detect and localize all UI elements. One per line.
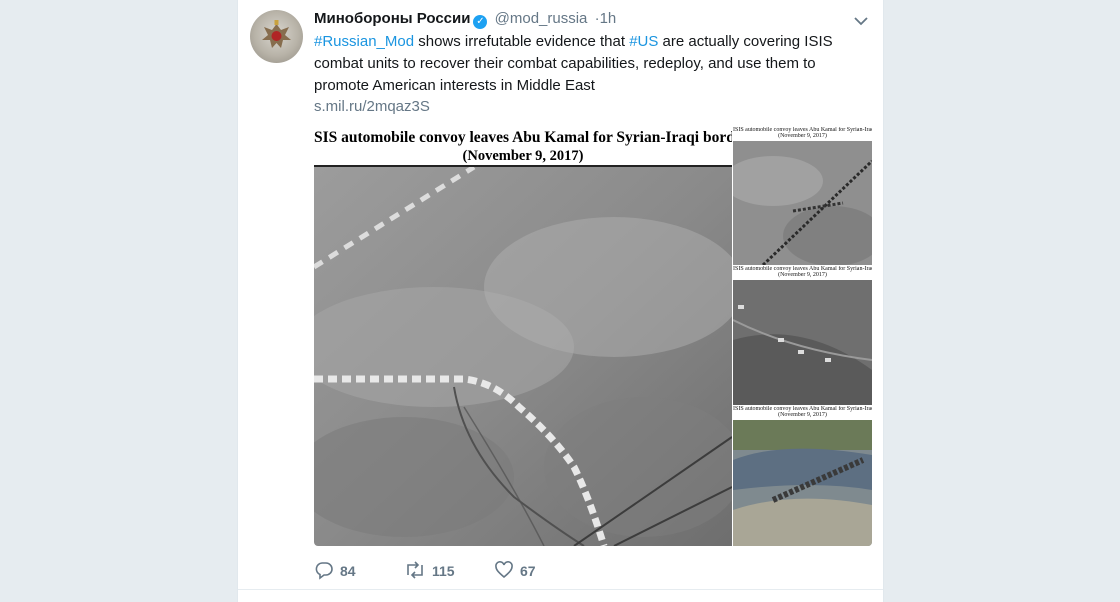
thumbnail-photo	[733, 141, 872, 265]
tweet-header: Минобороны России ✓ @mod_russia ·1h	[314, 9, 869, 29]
thumbnail-photo	[733, 420, 872, 546]
author-handle[interactable]: @mod_russia	[495, 10, 588, 27]
main-image-date: (November 9, 2017)	[462, 148, 584, 164]
author-name[interactable]: Минобороны России	[314, 10, 470, 27]
thumbnail-2[interactable]: ISIS automobile convoy leaves Abu Kamal …	[733, 266, 872, 405]
tweet-text: #Russian_Mod shows irrefutable evidence …	[314, 31, 854, 97]
caret-down-icon[interactable]	[853, 13, 869, 26]
like-button[interactable]: 67	[494, 560, 536, 582]
thumbnail-3[interactable]: ISIS automobile convoy leaves Abu Kamal …	[733, 406, 872, 546]
aerial-photo	[314, 167, 732, 546]
retweet-icon	[407, 561, 423, 579]
emblem-icon	[262, 20, 291, 48]
media-gallery[interactable]: SIS automobile convoy leaves Abu Kamal f…	[314, 125, 872, 546]
thumbnail-photo	[733, 280, 872, 405]
thumbnail-date: (November 9, 2017)	[778, 412, 827, 418]
reply-count: 84	[340, 563, 356, 579]
tweet-timestamp[interactable]: 1h	[600, 10, 617, 27]
hashtag-us[interactable]: #US	[629, 33, 658, 50]
thumbnail-date: (November 9, 2017)	[778, 272, 827, 278]
main-image-caption: SIS automobile convoy leaves Abu Kamal f…	[314, 129, 732, 146]
divider	[238, 589, 883, 590]
reply-button[interactable]: 84	[314, 560, 356, 582]
like-icon	[495, 561, 513, 579]
like-count: 67	[520, 563, 536, 579]
retweet-button[interactable]: 115	[404, 560, 455, 582]
retweet-count: 115	[432, 563, 455, 579]
hashtag-russian-mod[interactable]: #Russian_Mod	[314, 33, 414, 50]
main-image[interactable]: SIS automobile convoy leaves Abu Kamal f…	[314, 125, 732, 546]
thumbnail-date: (November 9, 2017)	[778, 133, 827, 139]
thumbnail-1[interactable]: ISIS automobile convoy leaves Abu Kamal …	[733, 127, 872, 265]
tweet-link[interactable]: s.mil.ru/2mqaz3S	[314, 97, 430, 117]
reply-icon	[315, 562, 333, 580]
tweet-text-segment: shows irrefutable evidence that	[414, 33, 630, 50]
verified-badge-icon: ✓	[473, 15, 488, 29]
tweet-card[interactable]: Минобороны России ✓ @mod_russia ·1h #Russ…	[237, 0, 884, 602]
avatar[interactable]	[250, 10, 303, 63]
